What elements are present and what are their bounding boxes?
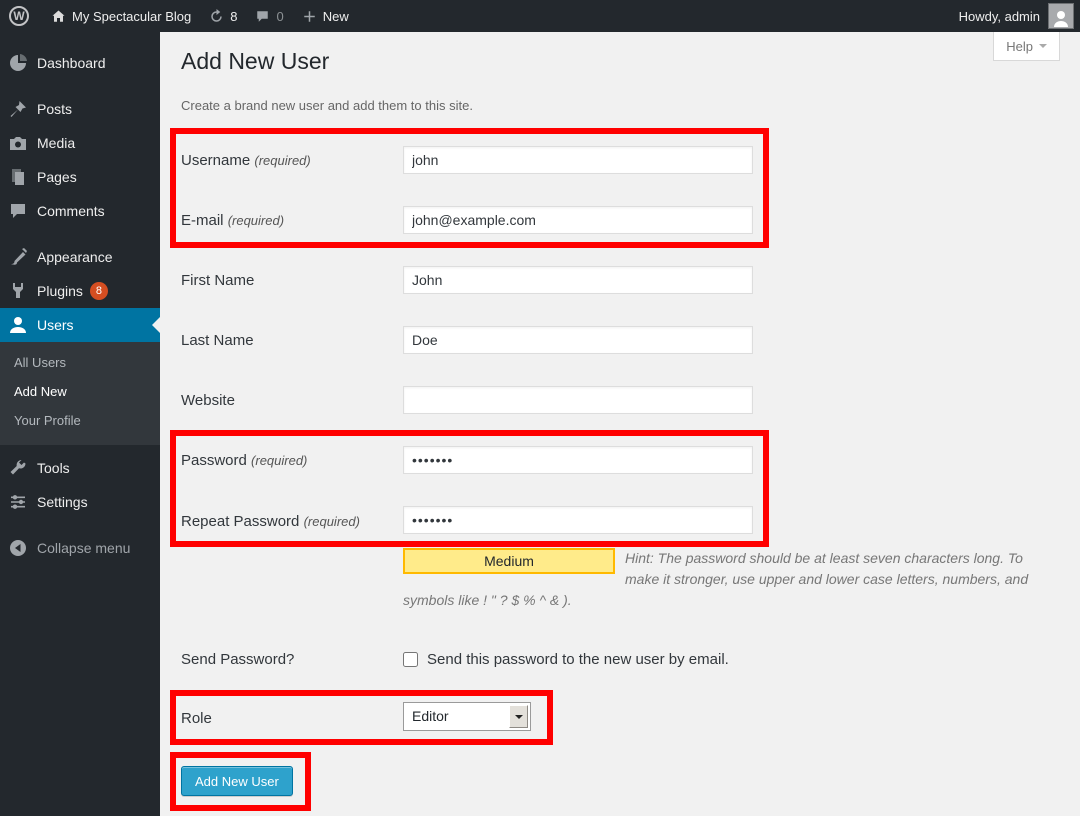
update-count: 8 bbox=[230, 9, 237, 24]
sidebar-item-plugins[interactable]: Plugins 8 bbox=[0, 274, 160, 308]
dashboard-icon bbox=[8, 53, 28, 73]
password-input[interactable] bbox=[403, 446, 753, 474]
page-subtitle: Create a brand new user and add them to … bbox=[181, 98, 473, 113]
sidebar-item-settings[interactable]: Settings bbox=[0, 485, 160, 519]
website-label: Website bbox=[181, 392, 235, 409]
chevron-down-icon bbox=[515, 715, 523, 723]
repeat-password-input[interactable] bbox=[403, 506, 753, 534]
password-strength-area: Medium Hint: The password should be at l… bbox=[403, 548, 1035, 611]
sliders-icon bbox=[8, 492, 28, 512]
role-select[interactable]: Editor bbox=[403, 702, 531, 731]
admin-sidebar: Dashboard Posts Media Pages Comments App… bbox=[0, 32, 160, 816]
new-content-menu[interactable]: New bbox=[293, 0, 358, 32]
plugins-update-badge: 8 bbox=[90, 282, 108, 300]
paintbrush-icon bbox=[8, 247, 28, 267]
role-selected-value: Editor bbox=[412, 708, 449, 724]
last-name-label: Last Name bbox=[181, 332, 254, 349]
pages-icon bbox=[8, 167, 28, 187]
website-input[interactable] bbox=[403, 386, 753, 414]
sidebar-item-appearance[interactable]: Appearance bbox=[0, 240, 160, 274]
send-password-checkbox[interactable] bbox=[403, 652, 418, 667]
collapse-arrow-icon bbox=[8, 538, 28, 558]
new-label: New bbox=[323, 9, 349, 24]
password-strength-meter: Medium bbox=[403, 548, 615, 574]
first-name-label: First Name bbox=[181, 272, 254, 289]
comment-bubble-icon bbox=[255, 9, 270, 24]
collapse-menu-button[interactable]: Collapse menu bbox=[0, 531, 160, 565]
avatar[interactable] bbox=[1048, 3, 1074, 29]
comments-menu[interactable]: 0 bbox=[246, 0, 292, 32]
add-new-user-button[interactable]: Add New User bbox=[181, 766, 293, 796]
sidebar-item-dashboard[interactable]: Dashboard bbox=[0, 46, 160, 80]
sidebar-item-comments[interactable]: Comments bbox=[0, 194, 160, 228]
camera-icon bbox=[8, 133, 28, 153]
submenu-item-your-profile[interactable]: Your Profile bbox=[0, 406, 160, 435]
submenu-item-add-new[interactable]: Add New bbox=[0, 377, 160, 406]
sidebar-item-posts[interactable]: Posts bbox=[0, 92, 160, 126]
repeat-password-label: Repeat Password (required) bbox=[181, 513, 360, 530]
plugin-icon bbox=[8, 281, 28, 301]
first-name-input[interactable] bbox=[403, 266, 753, 294]
pushpin-icon bbox=[8, 99, 28, 119]
send-password-checkbox-label[interactable]: Send this password to the new user by em… bbox=[427, 651, 729, 668]
username-input[interactable] bbox=[403, 146, 753, 174]
updates-icon bbox=[209, 9, 224, 24]
help-tab-button[interactable]: Help bbox=[993, 32, 1060, 61]
wordpress-logo[interactable]: W bbox=[0, 0, 38, 32]
wrench-icon bbox=[8, 458, 28, 478]
users-submenu: All Users Add New Your Profile bbox=[0, 342, 160, 445]
updates-menu[interactable]: 8 bbox=[200, 0, 246, 32]
site-name: My Spectacular Blog bbox=[72, 9, 191, 24]
person-icon bbox=[1051, 8, 1071, 28]
submenu-item-all-users[interactable]: All Users bbox=[0, 348, 160, 377]
username-label: Username (required) bbox=[181, 152, 311, 169]
email-input[interactable] bbox=[403, 206, 753, 234]
comment-count: 0 bbox=[276, 9, 283, 24]
plus-icon bbox=[302, 9, 317, 24]
users-icon bbox=[8, 315, 28, 335]
comments-icon bbox=[8, 201, 28, 221]
role-label: Role bbox=[181, 710, 212, 727]
page-title: Add New User bbox=[181, 48, 329, 75]
main-content: Help Add New User Create a brand new use… bbox=[160, 32, 1080, 816]
wordpress-logo-icon: W bbox=[9, 6, 29, 26]
howdy-admin[interactable]: Howdy, admin bbox=[959, 9, 1040, 24]
chevron-down-icon bbox=[1039, 44, 1047, 52]
select-dropdown-button[interactable] bbox=[509, 705, 528, 728]
sidebar-item-users[interactable]: Users bbox=[0, 308, 160, 342]
send-password-label: Send Password? bbox=[181, 651, 294, 668]
sidebar-item-tools[interactable]: Tools bbox=[0, 451, 160, 485]
sidebar-item-pages[interactable]: Pages bbox=[0, 160, 160, 194]
required-note: (required) bbox=[228, 213, 284, 228]
required-note: (required) bbox=[254, 153, 310, 168]
sidebar-item-media[interactable]: Media bbox=[0, 126, 160, 160]
last-name-input[interactable] bbox=[403, 326, 753, 354]
site-name-menu[interactable]: My Spectacular Blog bbox=[42, 0, 200, 32]
admin-bar: W My Spectacular Blog 8 0 New Howdy, adm… bbox=[0, 0, 1080, 32]
email-label: E-mail (required) bbox=[181, 212, 284, 229]
home-icon bbox=[51, 9, 66, 24]
active-menu-arrow bbox=[144, 317, 160, 333]
required-note: (required) bbox=[304, 514, 360, 529]
required-note: (required) bbox=[251, 453, 307, 468]
password-label: Password (required) bbox=[181, 452, 307, 469]
